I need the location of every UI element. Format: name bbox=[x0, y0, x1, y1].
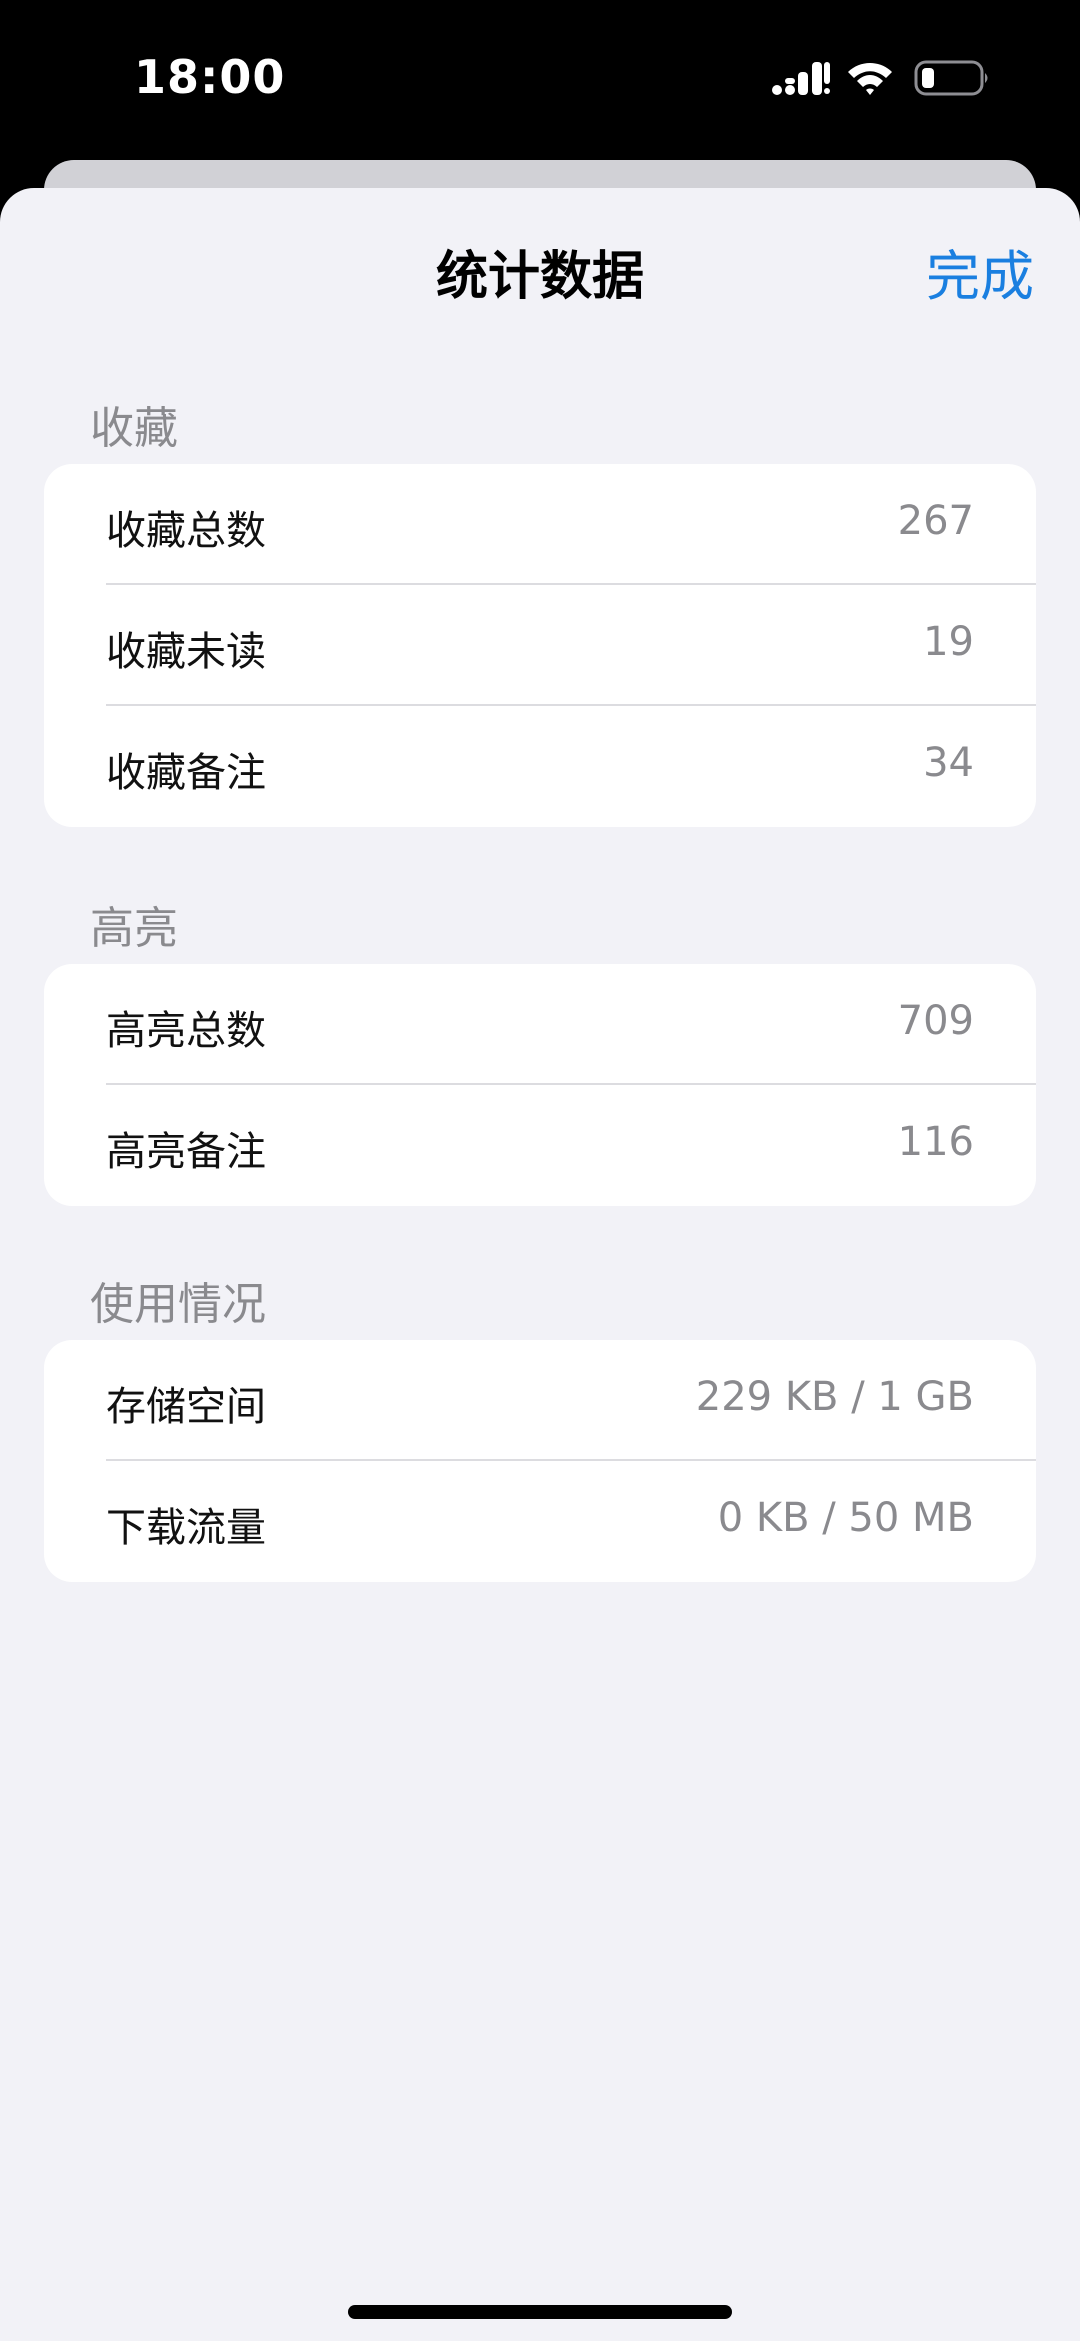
cellular-signal-icon bbox=[772, 62, 830, 95]
highlights-group: 高亮总数 709 高亮备注 116 bbox=[44, 964, 1036, 1206]
status-time: 18:00 bbox=[134, 50, 286, 104]
row-label: 收藏备注 bbox=[106, 750, 266, 796]
row-label: 高亮备注 bbox=[106, 1129, 266, 1175]
wifi-icon bbox=[848, 63, 892, 95]
row-label: 高亮总数 bbox=[106, 1008, 266, 1054]
section-header-favorites: 收藏 bbox=[90, 403, 178, 454]
row-value: 34 bbox=[923, 740, 974, 786]
screen: 18:00 统计数据 完成 收藏 收藏总数 267 收藏未读 19 收藏备注 3… bbox=[0, 0, 1080, 2341]
section-header-highlights: 高亮 bbox=[90, 903, 178, 954]
section-header-usage: 使用情况 bbox=[90, 1279, 266, 1330]
favorites-group: 收藏总数 267 收藏未读 19 收藏备注 34 bbox=[44, 464, 1036, 827]
row-value: 0 KB / 50 MB bbox=[717, 1495, 974, 1541]
row-label: 下载流量 bbox=[106, 1505, 266, 1551]
list-item: 下载流量 0 KB / 50 MB bbox=[44, 1461, 1036, 1582]
home-indicator[interactable] bbox=[348, 2305, 732, 2319]
page-title: 统计数据 bbox=[435, 247, 644, 307]
row-value: 267 bbox=[897, 498, 974, 544]
list-item: 高亮备注 116 bbox=[44, 1085, 1036, 1206]
row-value: 709 bbox=[897, 998, 974, 1044]
statistics-sheet: 统计数据 完成 收藏 收藏总数 267 收藏未读 19 收藏备注 34 高亮 高… bbox=[0, 188, 1080, 2341]
status-bar: 18:00 bbox=[0, 0, 1080, 160]
battery-icon bbox=[914, 60, 988, 96]
row-value: 116 bbox=[897, 1119, 974, 1165]
list-item: 存储空间 229 KB / 1 GB bbox=[44, 1340, 1036, 1461]
done-button[interactable]: 完成 bbox=[926, 232, 1034, 311]
list-item: 收藏备注 34 bbox=[44, 706, 1036, 827]
list-item: 收藏未读 19 bbox=[44, 585, 1036, 706]
list-item: 高亮总数 709 bbox=[44, 964, 1036, 1085]
row-value: 19 bbox=[923, 619, 974, 665]
row-label: 收藏总数 bbox=[106, 508, 266, 554]
row-value: 229 KB / 1 GB bbox=[695, 1374, 974, 1420]
usage-group: 存储空间 229 KB / 1 GB 下载流量 0 KB / 50 MB bbox=[44, 1340, 1036, 1582]
row-label: 收藏未读 bbox=[106, 629, 266, 675]
list-item: 收藏总数 267 bbox=[44, 464, 1036, 585]
row-label: 存储空间 bbox=[106, 1384, 266, 1430]
